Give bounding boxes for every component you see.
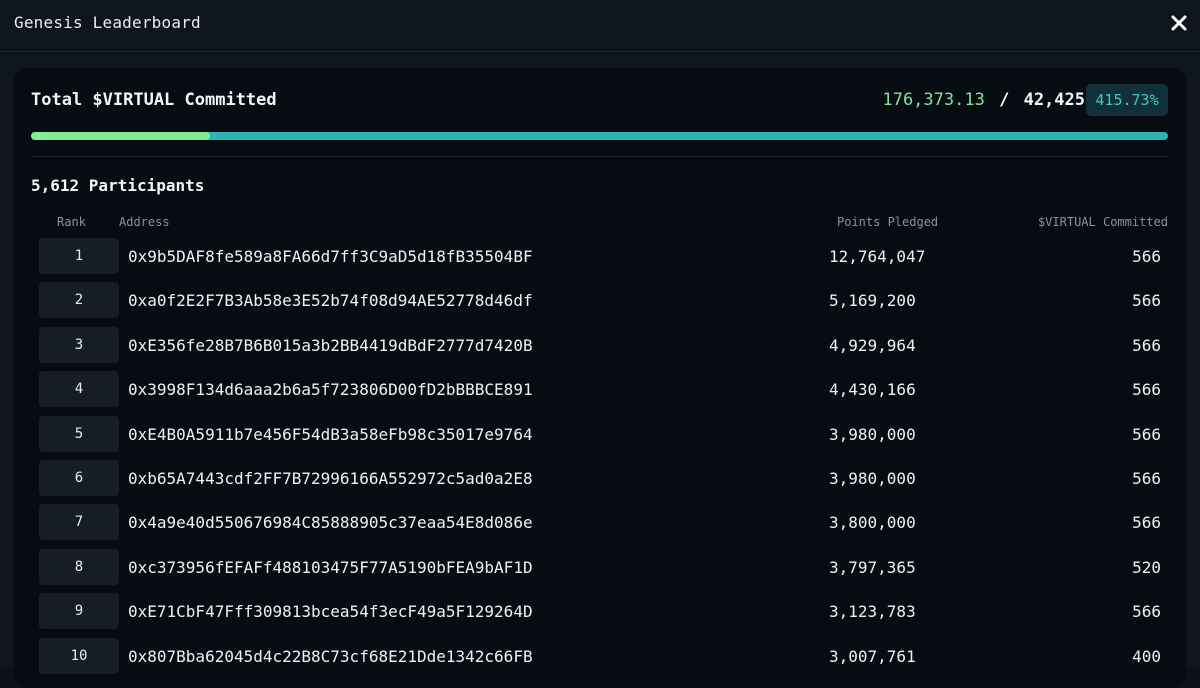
column-header-points: Points Pledged: [837, 215, 939, 229]
column-header-address: Address: [119, 215, 170, 229]
rank-cell: 10: [39, 637, 119, 674]
rank-cell: 4: [39, 371, 119, 408]
column-header-virtual: $VIRTUAL Committed: [1037, 215, 1168, 229]
table-row[interactable]: 1 0x9b5DAF8fe589a8FA66d7ff3C9aD5d18fB3550…: [14, 238, 1186, 276]
column-header-rank: Rank: [57, 215, 86, 229]
points-cell: 5,169,200: [829, 291, 916, 311]
address-cell[interactable]: 0x4a9e40d550676984C85888905c37eaa54E8d08…: [128, 513, 533, 532]
table-row[interactable]: 4 0x3998F134d6aaa2b6a5f723806D00fD2bBBBCE…: [14, 371, 1186, 409]
rank-cell: 7: [39, 504, 119, 541]
rank-cell: 2: [39, 282, 119, 319]
table-row[interactable]: 10 0x807Bba62045d4c22B8C73cf68E21Dde1342c…: [14, 637, 1186, 676]
target-amount: 42,425: [1023, 90, 1085, 110]
points-cell: 3,800,000: [829, 513, 916, 533]
virtual-committed-cell: 566: [1132, 513, 1161, 533]
address-cell[interactable]: 0x807Bba62045d4c22B8C73cf68E21Dde1342c66…: [128, 647, 533, 666]
virtual-committed-cell: 566: [1132, 380, 1161, 400]
points-cell: 3,123,783: [829, 602, 916, 622]
close-button[interactable]: [1166, 10, 1192, 36]
virtual-committed-cell: 566: [1132, 247, 1161, 266]
rank-cell: 1: [39, 238, 119, 274]
address-cell[interactable]: 0xc373956fEFAFf488103475F77A5190bFEA9bAF…: [128, 558, 533, 577]
virtual-committed-cell: 566: [1132, 424, 1161, 444]
leaderboard-panel: Total $VIRTUAL Committed 176,373.13 / 42…: [14, 68, 1186, 688]
address-cell[interactable]: 0xa0f2E2F7B3Ab58e3E52b74f08d94AE52778d46…: [128, 291, 533, 310]
participants-count: 5,612 Participants: [31, 176, 205, 195]
progress-bar: [31, 132, 1168, 140]
rank-cell: 3: [39, 326, 119, 363]
points-cell: 4,430,166: [829, 380, 916, 400]
close-icon[interactable]: [1166, 10, 1192, 36]
table-row[interactable]: 5 0xE4B0A5911b7e456F54dB3a58eFb98c35017e9…: [14, 415, 1186, 454]
table-row[interactable]: 2 0xa0f2E2F7B3Ab58e3E52b74f08d94AE52778d4…: [14, 282, 1186, 320]
modal-title: Genesis Leaderboard: [14, 13, 201, 32]
points-cell: 3,980,000: [829, 469, 916, 488]
percent-badge: 415.73%: [1086, 84, 1168, 116]
points-cell: 3,980,000: [829, 424, 916, 444]
progress-bar-fill: [31, 132, 210, 140]
rank-cell: 9: [39, 593, 119, 630]
amount-separator: /: [999, 90, 1010, 110]
address-cell[interactable]: 0xE71CbF47Fff309813bcea54f3ecF49a5F12926…: [128, 602, 533, 621]
rank-cell: 5: [39, 415, 119, 452]
address-cell[interactable]: 0xb65A7443cdf2FF7B72996166A552972c5ad0a2…: [128, 469, 533, 488]
address-cell[interactable]: 0xE4B0A5911b7e456F54dB3a58eFb98c35017e97…: [128, 425, 533, 444]
table-row[interactable]: 3 0xE356fe28B7B6B015a3b2BB4419dBdF2777d74…: [14, 326, 1186, 365]
virtual-committed-cell: 566: [1132, 469, 1161, 488]
virtual-committed-cell: 400: [1132, 646, 1161, 666]
address-cell[interactable]: 0x9b5DAF8fe589a8FA66d7ff3C9aD5d18fB35504…: [128, 247, 533, 266]
points-cell: 4,929,964: [829, 335, 916, 355]
virtual-committed-cell: 520: [1132, 557, 1161, 577]
table-row[interactable]: 6 0xb65A7443cdf2FF7B72996166A552972c5ad0a…: [14, 460, 1186, 498]
total-committed-values: 176,373.13 / 42,425: [882, 90, 1085, 110]
rank-cell: 8: [39, 548, 119, 585]
virtual-committed-cell: 566: [1132, 335, 1161, 355]
committed-amount: 176,373.13: [882, 90, 985, 110]
virtual-committed-cell: 566: [1132, 602, 1161, 622]
table-row[interactable]: 8 0xc373956fEFAFf488103475F77A5190bFEA9bA…: [14, 548, 1186, 587]
virtual-committed-cell: 566: [1132, 291, 1161, 311]
points-cell: 12,764,047: [829, 247, 926, 266]
address-cell[interactable]: 0xE356fe28B7B6B015a3b2BB4419dBdF2777d742…: [128, 336, 533, 355]
table-row[interactable]: 9 0xE71CbF47Fff309813bcea54f3ecF49a5F1292…: [14, 593, 1186, 631]
address-cell[interactable]: 0x3998F134d6aaa2b6a5f723806D00fD2bBBBCE8…: [128, 380, 533, 399]
leaderboard-modal: Genesis Leaderboard Total $VIRTUAL Commi…: [0, 0, 1200, 688]
modal-header: Genesis Leaderboard: [0, 0, 1200, 52]
divider: [31, 156, 1168, 157]
points-cell: 3,797,365: [829, 557, 916, 577]
points-cell: 3,007,761: [829, 646, 916, 666]
total-committed-label: Total $VIRTUAL Committed: [31, 90, 277, 110]
rank-cell: 6: [39, 460, 119, 496]
table-row[interactable]: 7 0x4a9e40d550676984C85888905c37eaa54E8d0…: [14, 504, 1186, 542]
